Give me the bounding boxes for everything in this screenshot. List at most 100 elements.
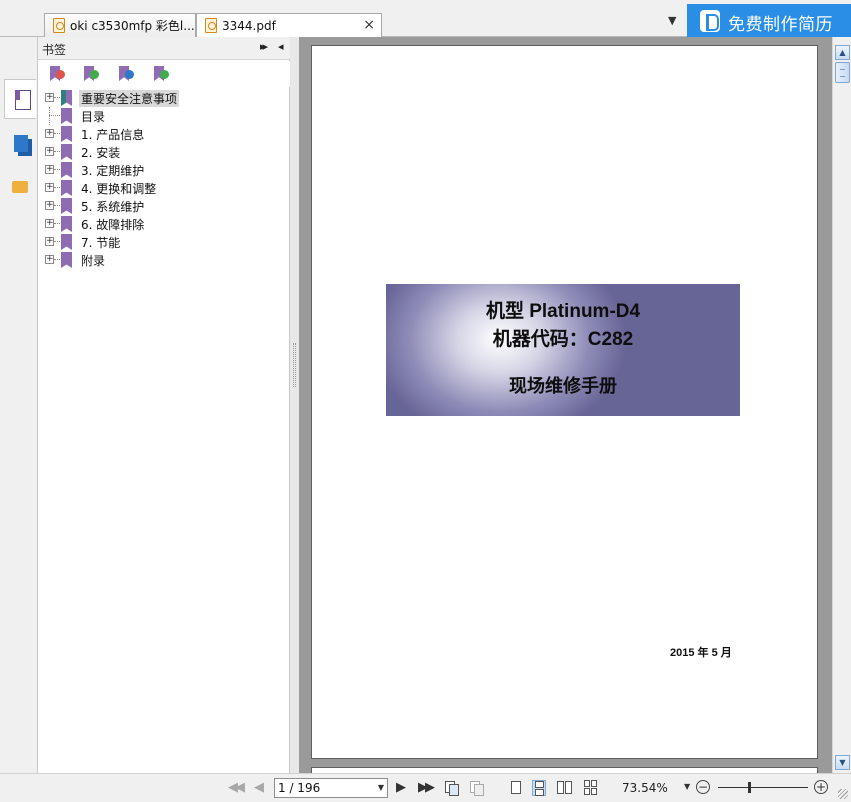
expand-icon[interactable]: + xyxy=(45,165,54,174)
bookmark-properties-icon[interactable] xyxy=(154,66,169,82)
pdf-file-icon xyxy=(53,18,65,33)
tab-oki-c3530mfp[interactable]: oki c3530mfp 彩色l... xyxy=(44,13,196,37)
bookmark-ribbon-icon xyxy=(61,90,72,106)
bookmarks-panel-button[interactable] xyxy=(4,79,36,119)
expand-icon[interactable]: + xyxy=(45,129,54,138)
bookmark-ribbon-icon xyxy=(61,198,72,214)
next-view-icon[interactable] xyxy=(470,780,484,796)
cover-banner: 机型 Platinum-D4 机器代码：C282 现场维修手册 xyxy=(386,284,740,416)
bookmark-label[interactable]: 2. 安装 xyxy=(79,144,122,161)
last-page-icon[interactable]: ▶▶ xyxy=(418,781,435,795)
bookmark-label[interactable]: 5. 系统维护 xyxy=(79,198,146,215)
page-number-input[interactable]: 1 / 196 ▼ xyxy=(274,778,388,798)
bookmark-label[interactable]: 3. 定期维护 xyxy=(79,162,146,179)
pdf-page: 机型 Platinum-D4 机器代码：C282 现场维修手册 2015 年 5… xyxy=(311,45,818,759)
bookmark-label[interactable]: 1. 产品信息 xyxy=(79,126,146,143)
bookmark-ribbon-icon xyxy=(61,144,72,160)
delete-bookmark-icon[interactable] xyxy=(50,66,65,82)
bookmark-item[interactable]: + 2. 安装 xyxy=(38,143,290,161)
zoom-dropdown-icon[interactable]: ▼ xyxy=(684,782,690,791)
splitter-grip-icon[interactable] xyxy=(293,343,296,387)
page-number-value: 1 / 196 xyxy=(278,781,321,795)
bookmark-page-icon xyxy=(15,90,31,110)
zoom-in-icon[interactable]: + xyxy=(814,780,828,794)
pages-panel-button[interactable] xyxy=(4,127,36,167)
bookmark-item[interactable]: + 7. 节能 xyxy=(38,233,290,251)
model-title: 机型 Platinum-D4 xyxy=(485,301,641,322)
expand-icon[interactable]: + xyxy=(45,147,54,156)
pdf-file-icon xyxy=(205,18,217,33)
bookmark-item[interactable]: + 附录 xyxy=(38,251,290,269)
bookmarks-toolbar xyxy=(38,61,290,87)
bookmark-item[interactable]: + 6. 故障排除 xyxy=(38,215,290,233)
zoom-out-icon[interactable]: − xyxy=(696,780,710,794)
bookmark-item[interactable]: + 3. 定期维护 xyxy=(38,161,290,179)
expand-icon[interactable]: + xyxy=(45,201,54,210)
tab-bar: oki c3530mfp 彩色l... 3344.pdf × ▼ 免费制作简历 xyxy=(0,0,851,37)
close-tab-icon[interactable]: × xyxy=(363,14,375,36)
scroll-down-icon[interactable]: ▼ xyxy=(835,755,850,770)
previous-page-icon[interactable]: ◀ xyxy=(254,781,264,795)
bookmark-ribbon-icon xyxy=(61,108,72,124)
bookmarks-header: 书签 ▸▸ ◂ xyxy=(38,37,290,60)
first-page-icon[interactable]: ◀◀ xyxy=(228,781,245,795)
zoom-slider[interactable] xyxy=(718,787,808,788)
bookmark-label[interactable]: 重要安全注意事项 xyxy=(79,90,180,107)
single-page-view-icon[interactable] xyxy=(509,780,523,796)
facing-view-icon[interactable] xyxy=(557,780,572,796)
scrollbar-thumb[interactable] xyxy=(835,62,850,83)
bookmark-ribbon-icon xyxy=(61,216,72,232)
bookmark-label[interactable]: 附录 xyxy=(79,252,107,269)
continuous-facing-view-icon[interactable] xyxy=(584,780,598,796)
comments-panel-button[interactable] xyxy=(4,173,36,213)
bookmark-ribbon-icon xyxy=(61,252,72,268)
expand-icon[interactable]: + xyxy=(45,93,54,102)
vertical-scrollbar[interactable]: ▲ ▼ xyxy=(832,37,851,773)
bookmark-label[interactable]: 7. 节能 xyxy=(79,234,122,251)
status-bar: ◀◀ ◀ 1 / 196 ▼ ▶ ▶▶ 73.54% ▼ − + xyxy=(0,773,851,802)
page-dropdown-icon[interactable]: ▼ xyxy=(378,779,384,797)
expand-icon[interactable]: + xyxy=(45,255,54,264)
bookmark-label[interactable]: 6. 故障排除 xyxy=(79,216,146,233)
resume-logo-icon xyxy=(700,10,720,32)
bookmark-item[interactable]: + 4. 更换和调整 xyxy=(38,179,290,197)
expand-icon[interactable]: + xyxy=(45,219,54,228)
bookmark-item[interactable]: + 5. 系统维护 xyxy=(38,197,290,215)
expand-icon[interactable]: + xyxy=(45,237,54,246)
tab-label: oki c3530mfp 彩色l... xyxy=(70,19,195,33)
bookmarks-panel: 书签 ▸▸ ◂ + 重要安全注意事项 目录 + 1. 产品信息 + 2. 安装 xyxy=(38,37,290,773)
continuous-view-icon[interactable] xyxy=(532,780,546,796)
resize-grip-icon[interactable] xyxy=(838,789,848,799)
bookmark-ribbon-icon xyxy=(61,180,72,196)
comments-icon xyxy=(12,181,34,199)
zoom-level[interactable]: 73.54% xyxy=(622,781,668,795)
bookmark-item[interactable]: + 重要安全注意事项 xyxy=(38,89,290,107)
collapse-panel-icon[interactable]: ▸▸ xyxy=(260,40,268,53)
bookmark-label[interactable]: 4. 更换和调整 xyxy=(79,180,158,197)
add-bookmark-icon[interactable] xyxy=(84,66,99,82)
scroll-up-icon[interactable]: ▲ xyxy=(835,45,850,60)
next-page-icon[interactable]: ▶ xyxy=(396,781,406,795)
create-resume-label: 免费制作简历 xyxy=(728,15,833,35)
create-resume-button[interactable]: 免费制作简历 xyxy=(687,4,851,37)
hide-panel-icon[interactable]: ◂ xyxy=(278,40,284,53)
manual-title: 现场维修手册 xyxy=(509,376,617,396)
expand-icon[interactable]: + xyxy=(45,183,54,192)
bookmark-label[interactable]: 目录 xyxy=(79,108,107,125)
previous-view-icon[interactable] xyxy=(445,780,459,796)
bookmarks-title: 书签 xyxy=(42,43,67,57)
navigation-panel-strip xyxy=(0,37,38,773)
panel-splitter[interactable] xyxy=(290,37,299,773)
machine-code: 机器代码：C282 xyxy=(492,329,634,350)
tab-3344-pdf[interactable]: 3344.pdf × xyxy=(196,13,382,37)
bookmark-item[interactable]: + 1. 产品信息 xyxy=(38,125,290,143)
document-view[interactable]: 机型 Platinum-D4 机器代码：C282 现场维修手册 2015 年 5… xyxy=(299,37,832,777)
bookmark-ribbon-icon xyxy=(61,162,72,178)
tab-list-dropdown-icon[interactable]: ▼ xyxy=(668,14,676,27)
publication-date: 2015 年 5 月 xyxy=(670,647,732,659)
zoom-slider-thumb[interactable] xyxy=(748,782,751,793)
bookmark-ribbon-icon xyxy=(61,234,72,250)
goto-bookmark-icon[interactable] xyxy=(119,66,134,82)
pages-thumbnail-icon xyxy=(14,135,28,152)
bookmark-item[interactable]: 目录 xyxy=(38,107,290,125)
